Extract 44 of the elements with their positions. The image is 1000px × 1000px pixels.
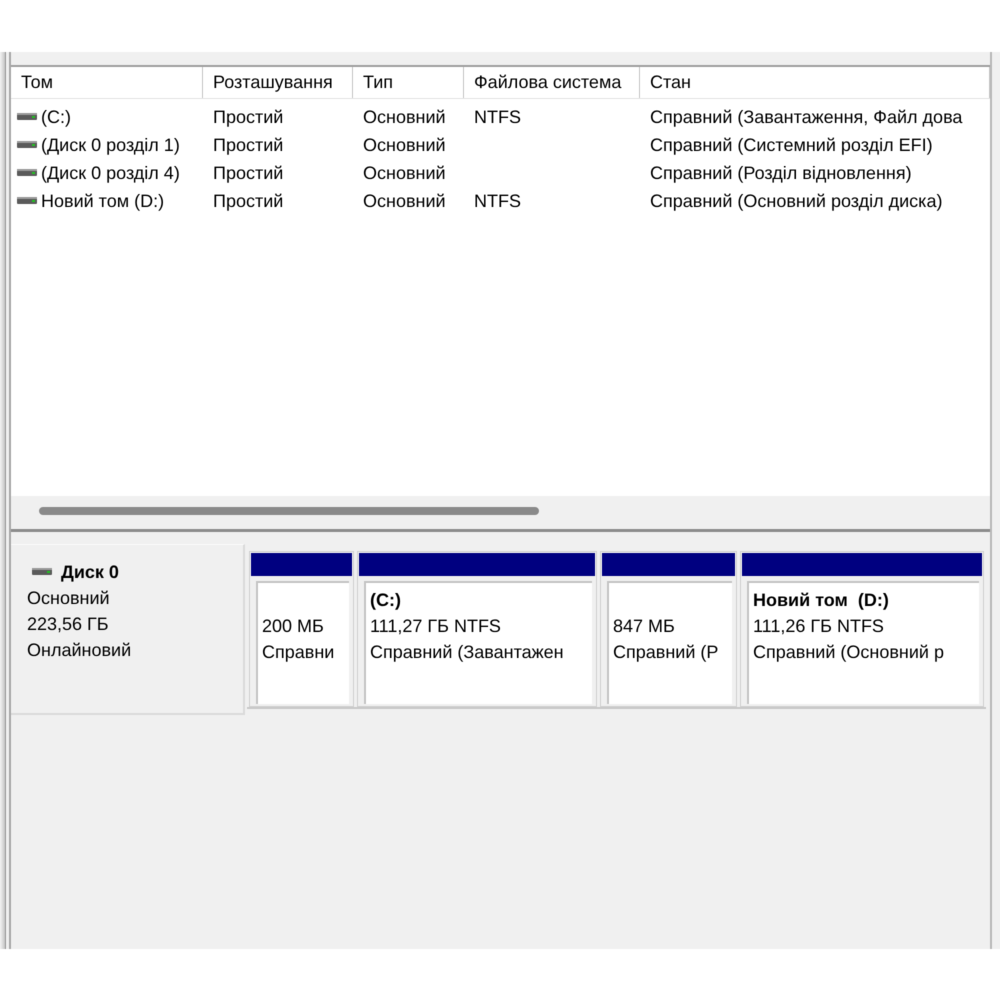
disk-type: Основний [27,587,111,610]
disk-info-panel[interactable]: Диск 0 Основний 223,56 ГБ Онлайновий [11,544,245,715]
partition-block[interactable]: (C:) 111,27 ГБ NTFS Справний (Завантажен [357,551,597,707]
table-cell-text: Основний [362,190,447,213]
partition-label: (C:) [370,589,402,612]
volume-name: (Диск 0 розділ 1) [41,134,180,157]
drive-icon [17,113,37,121]
partition-block[interactable]: 200 МБ Справни [249,551,354,707]
partition-size: 200 МБ [262,615,325,638]
disk-name: Диск 0 [61,561,119,584]
table-cell-text: Справний (Основний розділ диска) [649,190,944,213]
partition-block[interactable]: 847 МБ Справний (Р [600,551,737,707]
drive-icon [32,568,52,576]
partition-status: Справний (Р [613,641,720,664]
table-cell-text: Справний (Завантаження, Файл дова [649,106,964,129]
volume-name: (Диск 0 розділ 4) [41,162,180,185]
partition-status: Справний (Завантажен [370,641,565,664]
horizontal-scrollbar[interactable] [11,496,990,523]
disk-status: Онлайновий [27,639,132,662]
table-cell-text: Простий [212,190,284,213]
volume-name: (C:) [41,106,71,129]
volume-name: Новий том (D:) [41,190,164,213]
partition-status: Справний (Основний р [753,641,945,664]
partition-size: 847 МБ [613,615,676,638]
drive-icon [17,169,37,177]
scrollbar-thumb[interactable] [39,507,539,515]
drive-icon [17,197,37,205]
partition-label: Новий том (D:) [753,589,890,612]
disk-size: 223,56 ГБ [27,613,110,636]
table-cell-text: Основний [362,162,447,185]
table-cell-text: Справний (Розділ відновлення) [649,162,913,185]
table-cell-text: NTFS [473,106,522,129]
table-cell-text: Основний [362,134,447,157]
table-cell-text: Простий [212,162,284,185]
partition-block[interactable]: Новий том (D:) 111,26 ГБ NTFS Справний (Основний р [740,551,984,707]
table-cell-text: Основний [362,106,447,129]
table-cell-text: NTFS [473,190,522,213]
table-cell-text: Простий [212,134,284,157]
partition-status: Справни [262,641,336,664]
table-cell-text: Справний (Системний розділ EFI) [649,134,934,157]
table-cell-text: Простий [212,106,284,129]
drive-icon [17,141,37,149]
partition-size: 111,27 ГБ NTFS [370,615,502,638]
partition-size: 111,26 ГБ NTFS [753,615,885,638]
